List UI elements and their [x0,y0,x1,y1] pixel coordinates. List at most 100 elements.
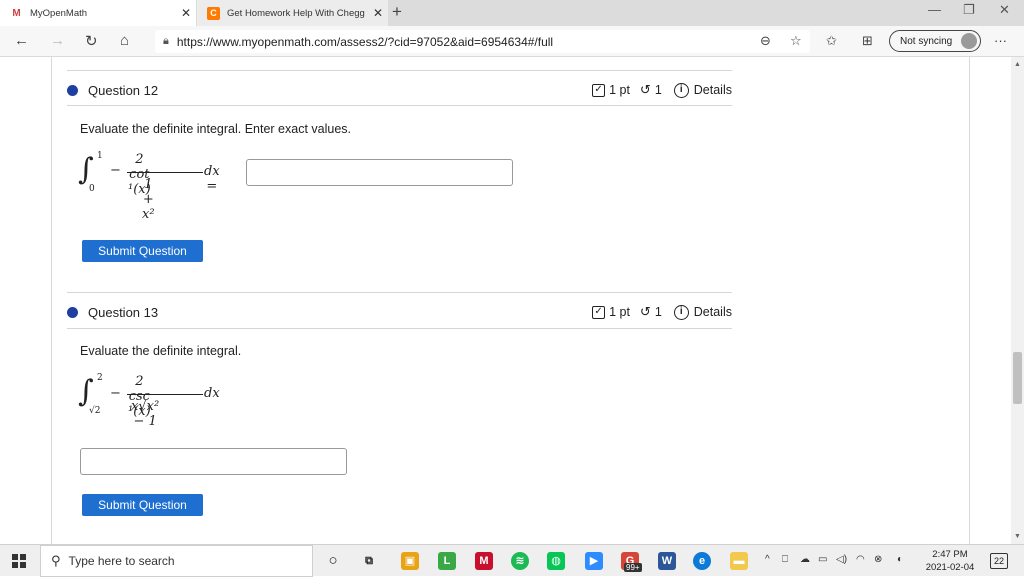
tab-strip: M MyOpenMath ✕ C Get Homework Help With … [0,0,1024,26]
question-prompt: Evaluate the definite integral. [80,344,242,358]
clock-date: 2021-02-04 [925,562,975,573]
differential: dx [204,386,220,401]
volume-icon[interactable]: ◁) [836,554,847,565]
question-title: Question 13 [88,304,159,320]
retries-count: 1 [654,305,662,319]
page-scrollbar[interactable]: ▲ ▼ [1011,57,1024,544]
tab-chegg[interactable]: C Get Homework Help With Chegg ✕ [197,0,388,26]
address-bar[interactable]: 🔒︎ https://www.myopenmath.com/assess2/?c… [155,30,810,53]
battery-icon[interactable]: ▭ [818,554,827,565]
question-title: Question 12 [88,82,159,98]
more-menu-icon[interactable]: ··· [994,33,1007,48]
mcafee-icon[interactable]: M [475,552,493,570]
checkbox-icon: ✓ [592,83,606,97]
new-tab-button[interactable]: + [392,2,402,22]
search-placeholder: Type here to search [68,554,175,568]
details-link[interactable]: Details [694,83,732,97]
divider [67,105,732,106]
task-view-icon[interactable]: ⧉ [360,552,378,570]
checkbox-icon: ✓ [592,305,606,319]
question-prompt: Evaluate the definite integral. Enter ex… [80,122,351,136]
bullet-icon [67,84,78,96]
submit-question-button[interactable]: Submit Question [82,494,203,516]
denominator: x√x² − 1 [131,399,160,429]
sync-label: Not syncing [900,35,953,47]
system-clock[interactable]: 2:47 PM 2021-02-04 [920,548,980,574]
profile-sync-button[interactable]: Not syncing [889,30,981,52]
fraction-bar [127,394,203,395]
windows-taskbar: ⚲ Type here to search ○ ⧉ ▣ L M ≋ ◍ ▶ G … [0,544,1024,577]
onedrive-icon[interactable]: ☁ [800,554,810,565]
question-header: Question 13 ✓ 1 pt ↺ 1 i Details [67,297,732,327]
address-toolbar: ← → ↻ ⌂ 🔒︎ https://www.myopenmath.com/as… [0,26,1024,57]
details-link[interactable]: Details [694,305,732,319]
wifi-icon[interactable]: ◠ [856,554,865,565]
mcafee-tray-icon[interactable]: ⊗ [874,554,882,565]
clock-time: 2:47 PM [932,549,968,560]
favorites-add-icon[interactable]: ☆ [790,33,802,49]
answer-input[interactable] [80,448,347,475]
lower-limit: √2 [89,406,101,416]
answer-input[interactable] [246,159,513,186]
close-tab-icon[interactable]: ✕ [176,6,196,20]
lock-icon: 🔒︎ [163,35,169,47]
divider [67,70,732,71]
favorites-icon[interactable]: ✩ [826,33,837,49]
divider [67,292,732,293]
back-icon[interactable]: ← [14,32,29,49]
tab-label: Get Homework Help With Chegg [227,7,365,19]
minus-sign: − [110,386,121,401]
retries-count: 1 [654,83,662,97]
tab-label: MyOpenMath [30,7,88,19]
points-label: 1 pt [609,83,630,97]
close-window-icon[interactable]: ✕ [999,2,1010,18]
close-tab-icon[interactable]: ✕ [368,6,388,20]
file-explorer-icon[interactable]: ▬ [730,552,748,570]
zoom-app-icon[interactable]: ▶ [585,552,603,570]
taskbar-search-box[interactable]: ⚲ Type here to search [40,545,313,577]
spotify-icon[interactable]: ≋ [511,552,529,570]
retry-icon: ↺ [639,82,651,97]
retry-icon: ↺ [639,304,651,319]
fraction-bar [127,172,203,173]
integral-sign-icon: ∫ [78,152,94,187]
differential: dx = [204,164,220,194]
info-icon[interactable]: i [673,82,689,98]
refresh-icon[interactable]: ↻ [85,32,98,50]
security-tray-icon[interactable]: ◐ [897,554,903,565]
notification-center-icon[interactable]: 22 [990,553,1008,569]
scroll-up-icon[interactable]: ▲ [1014,61,1021,68]
line-icon[interactable]: ◍ [547,552,565,570]
submit-question-button[interactable]: Submit Question [82,240,203,262]
word-icon[interactable]: W [658,552,676,570]
lower-limit: 0 [89,184,95,194]
minimize-icon[interactable]: — [928,2,941,17]
bullet-icon [67,306,78,318]
device-icon[interactable]: ⎕ [782,554,788,565]
cortana-icon[interactable]: ○ [324,552,342,570]
scroll-thumb[interactable] [1013,352,1022,404]
info-icon[interactable]: i [673,304,689,320]
myopenmath-favicon-icon: M [12,7,21,19]
points-label: 1 pt [609,305,630,319]
collections-icon[interactable]: ⊞ [862,33,873,49]
show-hidden-icons[interactable]: ^ [765,554,770,565]
scroll-down-icon[interactable]: ▼ [1014,533,1021,540]
store-icon[interactable]: ▣ [401,552,419,570]
question-meta: ✓ 1 pt ↺ 1 i Details [592,82,732,98]
question-header: Question 12 ✓ 1 pt ↺ 1 i Details [67,75,732,105]
minus-sign: − [110,163,121,178]
restore-icon[interactable]: ❐ [963,2,975,18]
url-text[interactable]: https://www.myopenmath.com/assess2/?cid=… [177,35,553,49]
edge-icon[interactable]: e [693,552,711,570]
question-meta: ✓ 1 pt ↺ 1 i Details [592,304,732,320]
tab-myopenmath[interactable]: M MyOpenMath ✕ [0,0,196,26]
zoom-icon[interactable]: ⊖ [760,33,771,49]
home-icon[interactable]: ⌂ [120,32,129,49]
search-icon: ⚲ [51,553,61,568]
windows-start-icon[interactable] [12,554,26,568]
avatar [961,33,977,49]
mail-badge: 99+ [624,563,642,572]
forward-icon[interactable]: → [50,32,65,49]
app-l-icon[interactable]: L [438,552,456,570]
